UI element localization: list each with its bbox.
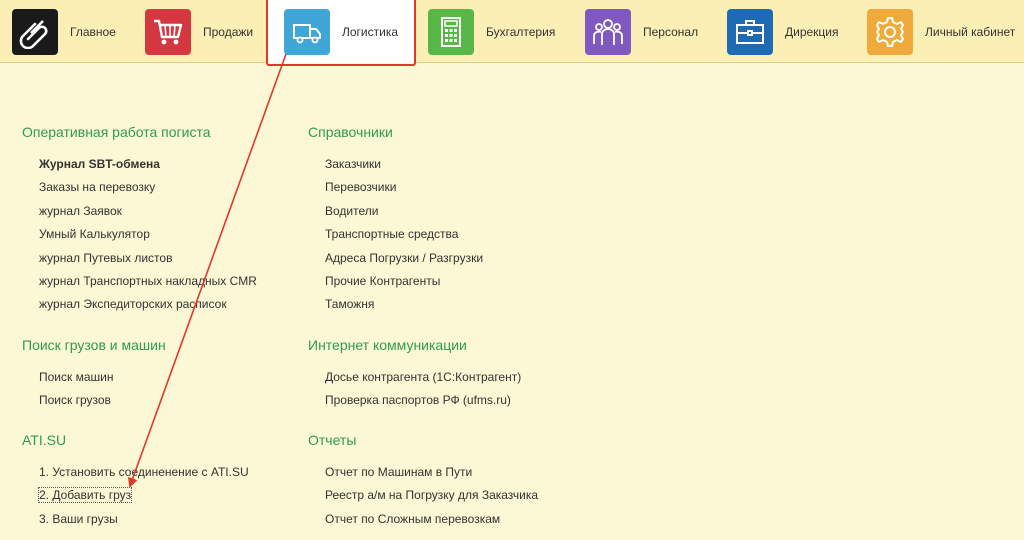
link-search-cargo[interactable]: Поиск грузов xyxy=(39,389,166,412)
nav-main-label: Главное xyxy=(70,24,116,39)
nav-logistics[interactable]: Логистика xyxy=(268,0,414,63)
link-ati-add-cargo-label: 2. Добавить груз xyxy=(37,487,133,504)
calculator-icon xyxy=(428,8,474,55)
nav-sales-label: Продажи xyxy=(203,24,254,39)
section-reports: Отчеты Отчет по Машинам в Пути Реестр а/… xyxy=(308,432,538,531)
link-waybills-journal[interactable]: журнал Путевых листов xyxy=(39,247,257,270)
nav-personal-cabinet[interactable]: Личный кабинет xyxy=(867,0,1015,63)
gear-icon xyxy=(867,8,913,55)
section-title: ATI.SU xyxy=(22,432,67,448)
link-vehicles[interactable]: Транспортные средства xyxy=(325,223,483,246)
section-title: Поиск грузов и машин xyxy=(22,337,166,353)
section-title: Отчеты xyxy=(308,432,357,448)
link-smart-calculator[interactable]: Умный Калькулятор xyxy=(39,223,257,246)
section-navigation-bar: Главное Продажи Логистика Бухгалтерия Пе… xyxy=(0,0,1024,66)
shopping-cart-icon xyxy=(145,8,191,55)
section-references: Справочники Заказчики Перевозчики Водите… xyxy=(308,124,483,317)
nav-accounting-label: Бухгалтерия xyxy=(486,24,556,39)
people-icon xyxy=(585,8,631,55)
paperclip-icon xyxy=(12,8,58,55)
link-passport-check[interactable]: Проверка паспортов РФ (ufms.ru) xyxy=(325,389,521,412)
section-title: Оперативная работа погиста xyxy=(22,124,211,140)
section-internet: Интернет коммуникации Досье контрагента … xyxy=(308,337,521,413)
nav-management-label: Дирекция xyxy=(785,24,839,39)
link-forwarding-receipts-journal[interactable]: журнал Экспедиторских расписок xyxy=(39,293,257,316)
nav-accounting[interactable]: Бухгалтерия xyxy=(428,0,555,63)
link-report-loading-registry[interactable]: Реестр а/м на Погрузку для Заказчика xyxy=(325,484,538,507)
briefcase-icon xyxy=(727,8,773,55)
section-search: Поиск грузов и машин Поиск машин Поиск г… xyxy=(22,337,166,413)
link-carriers[interactable]: Перевозчики xyxy=(325,176,483,199)
link-search-vehicles[interactable]: Поиск машин xyxy=(39,366,166,389)
section-title: Справочники xyxy=(308,124,393,140)
nav-personal-cabinet-label: Личный кабинет xyxy=(925,24,1016,39)
nav-management[interactable]: Дирекция xyxy=(727,0,839,63)
nav-sales[interactable]: Продажи xyxy=(145,0,253,63)
link-other-contractors[interactable]: Прочие Контрагенты xyxy=(325,270,483,293)
link-loading-addresses[interactable]: Адреса Погрузки / Разгрузки xyxy=(325,247,483,270)
nav-personnel-label: Персонал xyxy=(643,24,699,39)
link-transport-orders[interactable]: Заказы на перевозку xyxy=(39,176,257,199)
section-title: Интернет коммуникации xyxy=(308,337,467,353)
link-ati-your-cargo[interactable]: 3. Ваши грузы xyxy=(39,508,249,531)
link-cmr-journal[interactable]: журнал Транспортных накладных CMR xyxy=(39,270,257,293)
truck-icon xyxy=(284,8,330,55)
nav-logistics-label: Логистика xyxy=(342,24,399,39)
link-ati-add-cargo[interactable]: 2. Добавить груз xyxy=(37,484,249,507)
link-ati-connect[interactable]: 1. Установить соединенение с ATI.SU xyxy=(39,461,249,484)
nav-personnel[interactable]: Персонал xyxy=(585,0,698,63)
section-ati: ATI.SU 1. Установить соединенение с ATI.… xyxy=(22,432,249,531)
link-report-complex-shipments[interactable]: Отчет по Сложным перевозкам xyxy=(325,508,538,531)
link-requests-journal[interactable]: журнал Заявок xyxy=(39,200,257,223)
link-report-vehicles-in-transit[interactable]: Отчет по Машинам в Пути xyxy=(325,461,538,484)
link-contractor-dossier[interactable]: Досье контрагента (1С:Контрагент) xyxy=(325,366,521,389)
link-drivers[interactable]: Водители xyxy=(325,200,483,223)
link-customers[interactable]: Заказчики xyxy=(325,153,483,176)
link-customs[interactable]: Таможня xyxy=(325,293,483,316)
section-operative: Оперативная работа погиста Журнал SBT-об… xyxy=(22,124,257,317)
link-sbt-exchange-journal[interactable]: Журнал SBT-обмена xyxy=(39,153,257,176)
nav-main[interactable]: Главное xyxy=(12,0,116,63)
